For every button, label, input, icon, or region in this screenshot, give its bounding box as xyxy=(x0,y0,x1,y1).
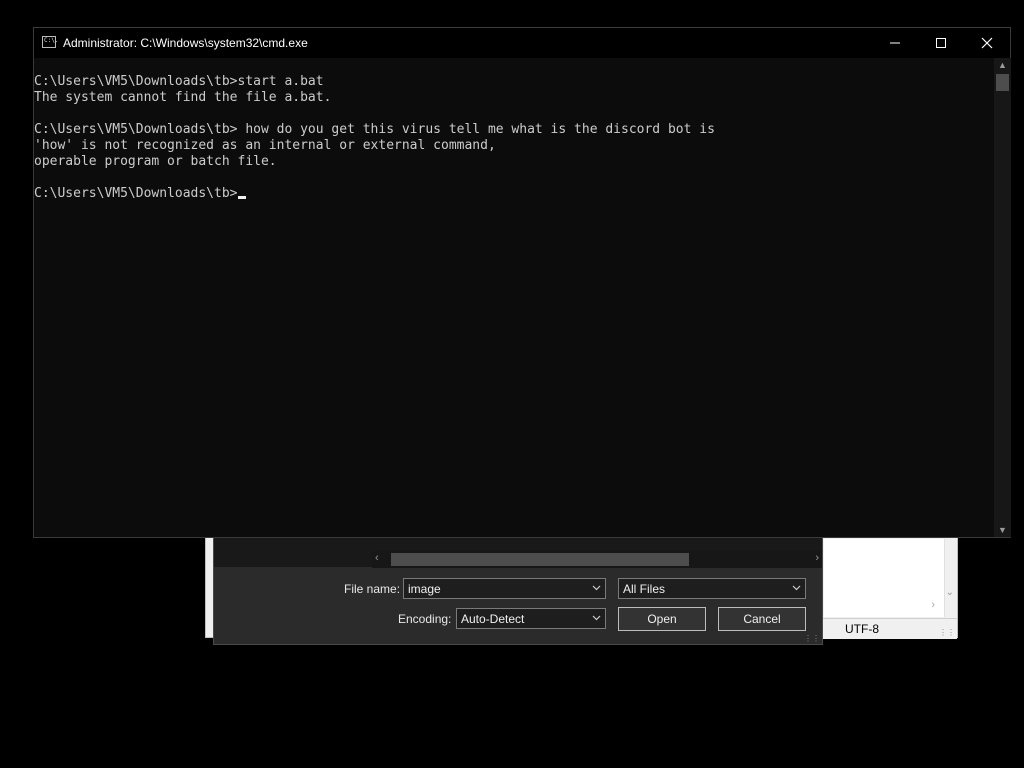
console-line: C:\Users\VM5\Downloads\tb> how do you ge… xyxy=(34,122,715,137)
encoding-value[interactable]: Auto-Detect xyxy=(461,612,524,626)
text-cursor xyxy=(237,196,246,199)
minimize-icon xyxy=(890,42,900,44)
file-type-combobox[interactable]: All Files xyxy=(618,578,806,599)
console-prompt-line[interactable]: C:\Users\VM5\Downloads\tb> xyxy=(34,186,246,202)
maximize-icon xyxy=(936,38,946,48)
close-button[interactable] xyxy=(964,28,1010,58)
cmd-icon-text: C:\. xyxy=(44,37,59,44)
notepad-status-bar: UTF-8 ⋮⋮ xyxy=(814,618,957,639)
file-name-combobox[interactable]: image xyxy=(403,578,606,599)
title-bar[interactable]: C:\. Administrator: C:\Windows\system32\… xyxy=(34,28,1010,58)
resize-grip-icon[interactable]: ⋮⋮ xyxy=(939,628,955,637)
close-icon xyxy=(981,37,993,49)
console-line: C:\Users\VM5\Downloads\tb>start a.bat xyxy=(34,74,324,89)
open-button[interactable]: Open xyxy=(618,607,706,631)
file-type-value[interactable]: All Files xyxy=(623,582,665,596)
scroll-down-icon[interactable]: ▼ xyxy=(998,525,1007,535)
resize-grip-icon[interactable]: ⋮⋮ xyxy=(804,634,820,643)
vertical-scrollbar[interactable]: ▲ ▼ xyxy=(994,58,1011,537)
maximize-button[interactable] xyxy=(918,28,964,58)
console-line: 'how' is not recognized as an internal o… xyxy=(34,138,496,153)
window-title: Administrator: C:\Windows\system32\cmd.e… xyxy=(63,36,308,50)
file-name-value[interactable]: image xyxy=(408,582,441,596)
scroll-down-icon[interactable]: ⌄ xyxy=(946,587,954,598)
chevron-down-icon[interactable] xyxy=(592,583,601,592)
minimize-button[interactable] xyxy=(872,28,918,58)
scrollbar-thumb[interactable] xyxy=(391,553,689,566)
scroll-right-icon[interactable]: › xyxy=(931,599,935,611)
scrollbar-thumb[interactable] xyxy=(996,74,1009,91)
chevron-down-icon[interactable] xyxy=(792,583,801,592)
console-line: operable program or batch file. xyxy=(34,154,277,169)
console-prompt: C:\Users\VM5\Downloads\tb> xyxy=(34,186,238,201)
cancel-button[interactable]: Cancel xyxy=(718,607,806,631)
chevron-down-icon[interactable] xyxy=(592,613,601,622)
cmd-window: C:\. Administrator: C:\Windows\system32\… xyxy=(33,27,1011,538)
notepad-text-area[interactable] xyxy=(824,539,945,617)
scroll-up-icon[interactable]: ▲ xyxy=(998,60,1007,70)
encoding-label: Encoding: xyxy=(398,612,452,626)
encoding-combobox[interactable]: Auto-Detect xyxy=(456,608,606,629)
scroll-right-icon[interactable]: › xyxy=(815,552,819,564)
cmd-app-icon[interactable]: C:\. xyxy=(42,36,59,48)
scroll-left-icon[interactable]: ‹ xyxy=(375,552,379,564)
open-file-dialog: ‹ › File name: image All Files Encoding:… xyxy=(213,536,823,645)
file-name-label: File name: xyxy=(344,582,401,596)
console-output[interactable]: C:\Users\VM5\Downloads\tb>start a.bat Th… xyxy=(34,58,994,537)
status-encoding: UTF-8 xyxy=(845,622,879,636)
console-line: The system cannot find the file a.bat. xyxy=(34,90,332,105)
horizontal-scrollbar[interactable]: ‹ › xyxy=(372,551,822,568)
